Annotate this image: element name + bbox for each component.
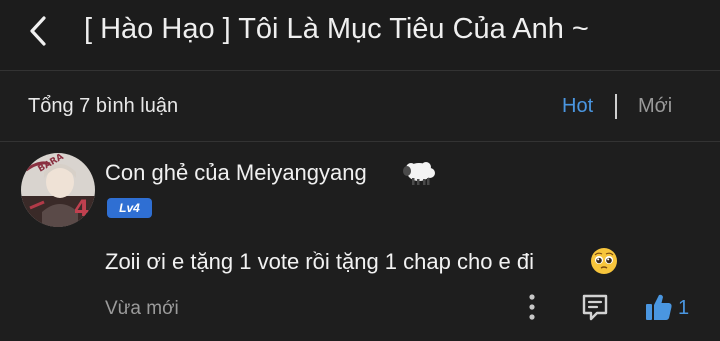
sort-divider: [615, 94, 617, 119]
pleading-face-icon: [590, 247, 618, 275]
comment-icon: [582, 294, 608, 321]
comment-summary-bar: Tổng 7 bình luận Hot Mới: [0, 71, 720, 142]
comment-count: Tổng 7 bình luận: [28, 95, 179, 117]
comment-username[interactable]: Con ghẻ của Meiyangyang: [105, 160, 367, 186]
comment-text: Zoii ơi e tặng 1 vote rồi tặng 1 chap ch…: [105, 249, 535, 274]
sheep-icon: [402, 158, 436, 186]
user-avatar-icon: 4 BARA: [21, 153, 95, 227]
reply-button[interactable]: [580, 292, 610, 322]
more-vertical-icon: [529, 294, 535, 320]
top-bar: [ Hào Hạo ] Tôi Là Mục Tiêu Của Anh ~: [0, 0, 720, 71]
svg-text:4: 4: [74, 197, 89, 222]
page-title: [ Hào Hạo ] Tôi Là Mục Tiêu Của Anh ~: [84, 13, 589, 45]
more-options-button[interactable]: [524, 292, 540, 324]
comments-screen: [ Hào Hạo ] Tôi Là Mục Tiêu Của Anh ~ Tổ…: [0, 0, 720, 341]
back-button[interactable]: [22, 12, 56, 50]
like-button[interactable]: [644, 292, 674, 322]
like-count: 1: [678, 297, 690, 319]
sort-hot-tab[interactable]: Hot: [562, 95, 593, 118]
level-badge: Lv4: [107, 198, 152, 218]
comment-time: Vừa mới: [105, 298, 179, 319]
avatar[interactable]: 4 BARA: [20, 152, 96, 228]
sort-new-tab[interactable]: Mới: [638, 95, 672, 118]
thumbs-up-icon: [646, 294, 672, 320]
chevron-left-icon: [30, 16, 46, 46]
